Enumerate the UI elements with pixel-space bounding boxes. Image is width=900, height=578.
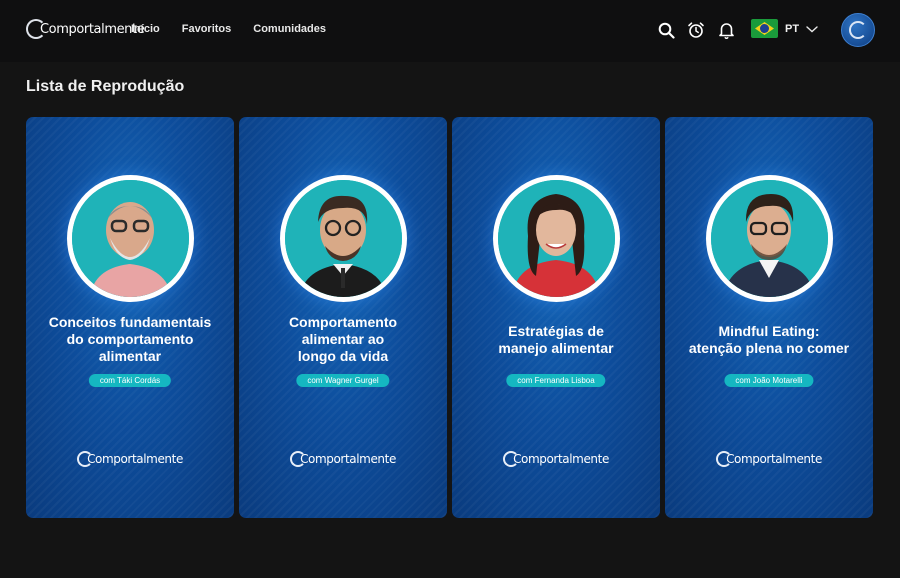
chevron-down-icon	[806, 25, 818, 32]
search-icon	[658, 22, 675, 39]
alarm-clock-icon	[688, 22, 704, 38]
course-title: Comportamento alimentar ao longo da vida	[288, 314, 398, 364]
nav-item-inicio[interactable]: Início	[131, 23, 160, 35]
user-avatar[interactable]	[841, 13, 875, 47]
presenter-photo	[280, 175, 407, 302]
top-navigation-bar: Comportalmente Início Favoritos Comunida…	[0, 0, 900, 62]
nav-item-favoritos[interactable]: Favoritos	[182, 23, 232, 35]
brand-c-icon	[849, 21, 867, 39]
course-card[interactable]: Conceitos fundamentais do comportamento …	[26, 117, 234, 518]
presenter-badge: com Fernanda Lisboa	[506, 374, 606, 387]
main-nav: Início Favoritos Comunidades	[131, 23, 348, 35]
card-brand-logo: Comportalmente	[665, 451, 873, 467]
card-brand-logo: Comportalmente	[452, 451, 660, 467]
brand-name: Comportalmente	[40, 21, 145, 37]
card-brand-logo: Comportalmente	[26, 451, 234, 467]
reminders-button[interactable]	[686, 20, 706, 40]
presenter-badge: com Wagner Gurgel	[296, 374, 390, 387]
language-selector[interactable]: PT	[751, 19, 819, 38]
presenter-photo	[706, 175, 833, 302]
presenter-photo	[493, 175, 620, 302]
course-title: Mindful Eating: atenção plena no comer	[688, 323, 850, 356]
course-card[interactable]: Mindful Eating: atenção plena no comer c…	[665, 117, 873, 518]
course-title: Estratégias de manejo alimentar	[498, 323, 614, 356]
course-title: Conceitos fundamentais do comportamento …	[48, 314, 212, 364]
card-brand-logo: Comportalmente	[239, 451, 447, 467]
notifications-button[interactable]	[716, 20, 736, 40]
nav-item-comunidades[interactable]: Comunidades	[253, 23, 326, 35]
bell-icon	[718, 23, 734, 39]
search-button[interactable]	[656, 20, 676, 40]
presenter-badge: com João Motarelli	[724, 374, 814, 387]
presenter-photo	[67, 175, 194, 302]
brand-logo[interactable]: Comportalmente	[26, 19, 145, 39]
page-title: Lista de Reprodução	[26, 78, 185, 95]
brazil-flag-icon	[751, 19, 778, 38]
course-card[interactable]: Comportamento alimentar ao longo da vida…	[239, 117, 447, 518]
course-card[interactable]: Estratégias de manejo alimentar com Fern…	[452, 117, 660, 518]
language-code: PT	[785, 22, 800, 35]
presenter-badge: com Táki Cordás	[88, 374, 172, 387]
